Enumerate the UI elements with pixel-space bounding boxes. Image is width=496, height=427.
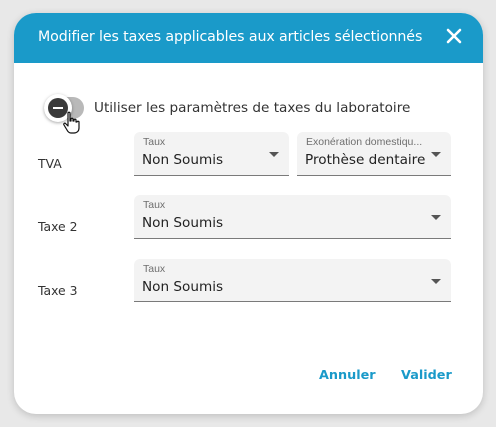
tva-taux-field-label: Taux — [143, 136, 166, 148]
dialog-title: Modifier les taxes applicables aux artic… — [38, 29, 423, 45]
taxe3-taux-value: Non Soumis — [142, 279, 224, 295]
dropdown-caret-icon — [431, 215, 441, 220]
tva-label: TVA — [38, 156, 62, 171]
dropdown-caret-icon — [431, 152, 441, 157]
lab-tax-toggle-label: Utiliser les paramètres de taxes du labo… — [94, 100, 411, 116]
taxe3-taux-select[interactable]: Taux Non Soumis — [134, 259, 451, 302]
tax-dialog: Modifier les taxes applicables aux artic… — [14, 13, 483, 414]
tva-exoneration-select[interactable]: Exonération domestiqu... Prothèse dentai… — [297, 132, 451, 176]
taxe3-taux-field-label: Taux — [143, 263, 166, 275]
dialog-header: Modifier les taxes applicables aux artic… — [14, 13, 483, 63]
taxe2-taux-field-label: Taux — [143, 199, 166, 211]
taxe2-taux-value: Non Soumis — [142, 215, 224, 231]
lab-tax-toggle-row: Utiliser les paramètres de taxes du labo… — [42, 93, 462, 134]
tva-exoneration-field-label: Exonération domestiqu... — [306, 136, 423, 148]
hand-pointer-icon — [62, 111, 80, 135]
cancel-button[interactable]: Annuler — [319, 368, 376, 383]
taxe2-label: Taxe 2 — [38, 219, 78, 234]
dropdown-caret-icon — [431, 279, 441, 284]
validate-button[interactable]: Valider — [401, 368, 452, 383]
taxe2-taux-select[interactable]: Taux Non Soumis — [134, 195, 451, 239]
tva-taux-value: Non Soumis — [142, 152, 224, 168]
tva-exoneration-value: Prothèse dentaire — [305, 152, 426, 168]
tva-taux-select[interactable]: Taux Non Soumis — [134, 132, 289, 176]
close-icon[interactable] — [443, 25, 465, 47]
taxe3-label: Taxe 3 — [38, 283, 78, 298]
dropdown-caret-icon — [269, 152, 279, 157]
